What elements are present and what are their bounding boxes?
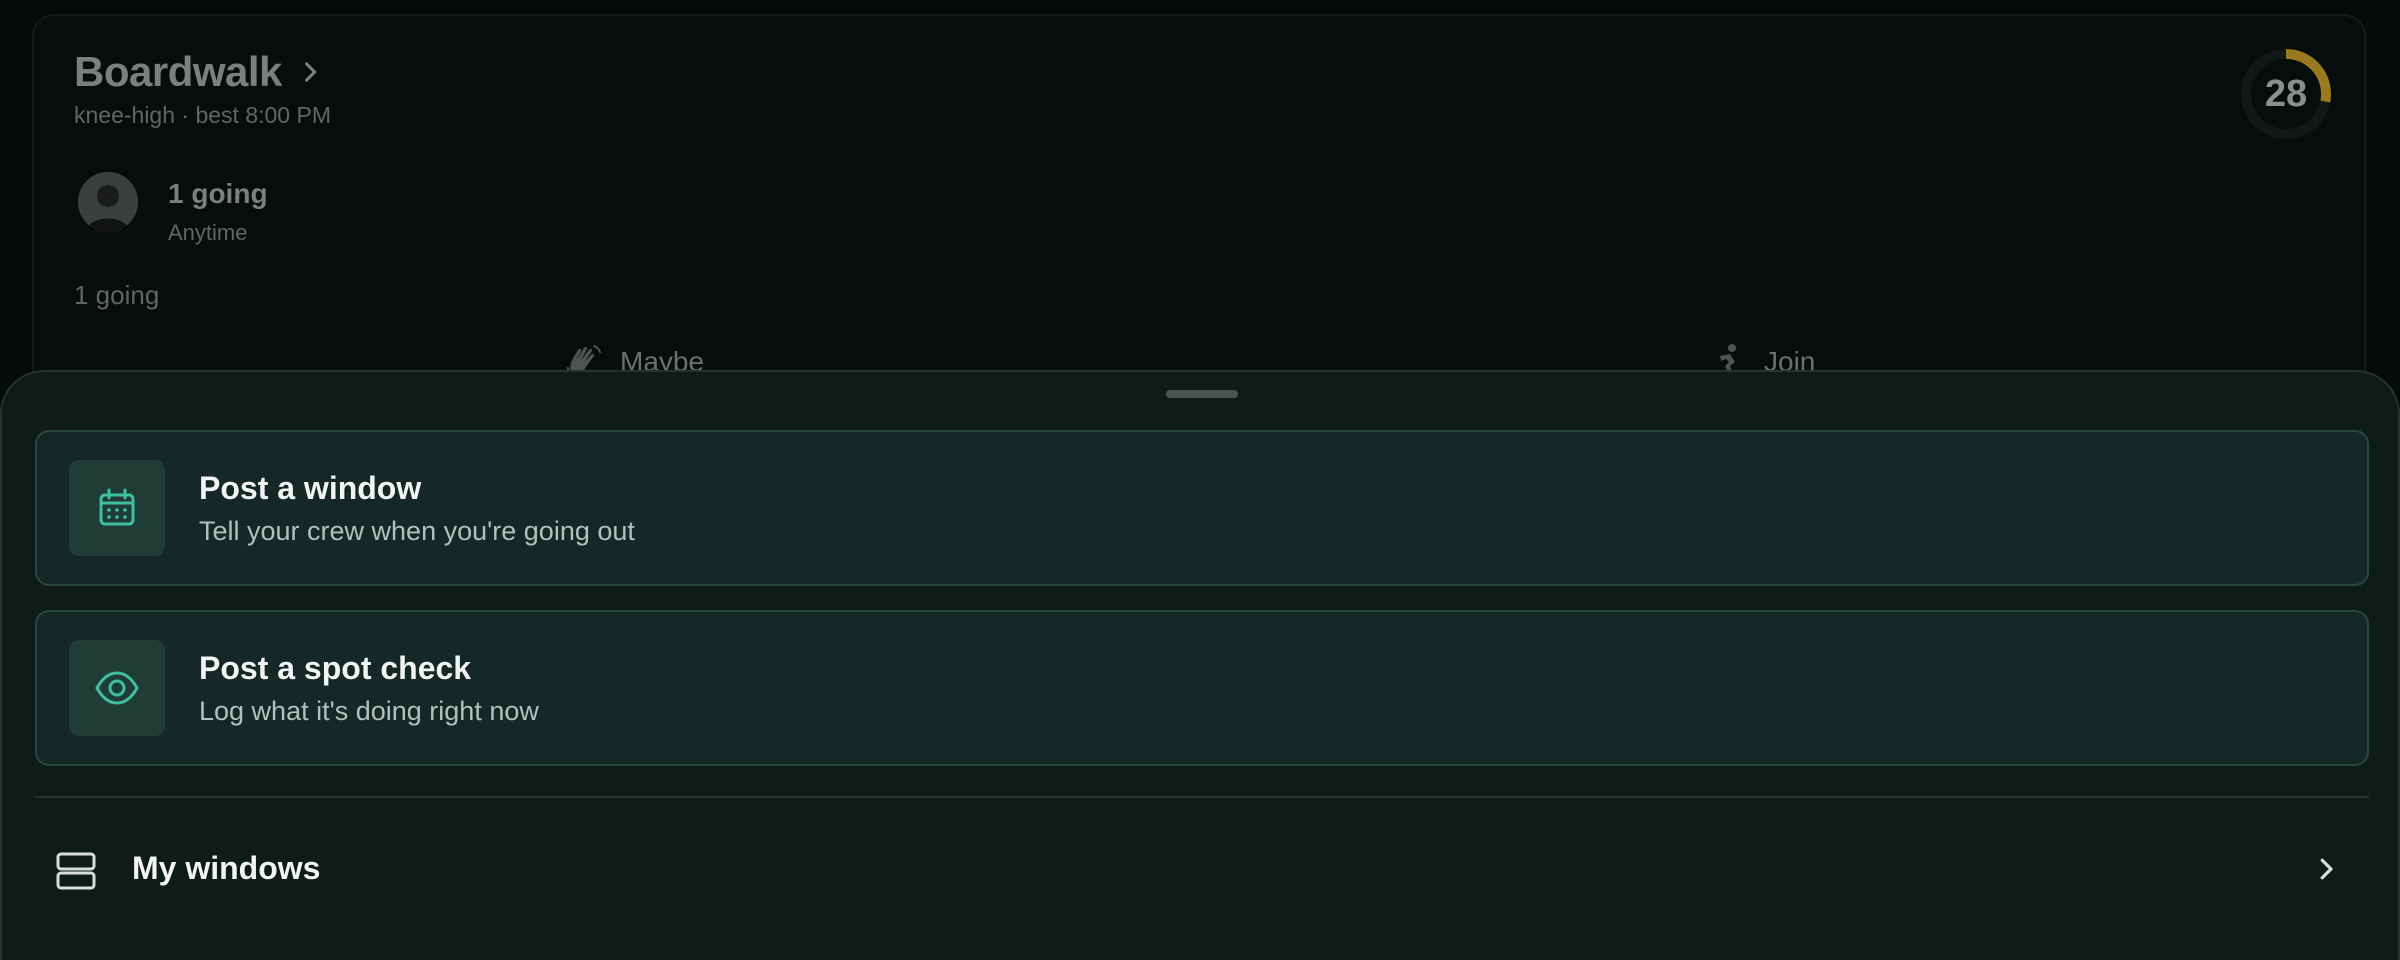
going-summary: 1 going (74, 280, 160, 310)
eye-icon-box (69, 640, 165, 736)
chevron-right-icon (2311, 854, 2341, 884)
post-window-option[interactable]: Post a window Tell your crew when you're… (35, 430, 2369, 586)
post-window-subtitle: Tell your crew when you're going out (199, 516, 635, 546)
eye-icon (94, 665, 140, 711)
calendar-icon (95, 486, 139, 530)
going-when: Anytime (168, 220, 248, 245)
going-title: 1 going (168, 178, 268, 209)
spot-title-row[interactable]: Boardwalk (74, 48, 324, 96)
sheet-divider (35, 796, 2369, 798)
stack-icon (55, 850, 97, 892)
spot-title: Boardwalk (74, 48, 282, 95)
my-windows-row[interactable]: My windows (35, 808, 2369, 948)
score-ring: 28 (2238, 46, 2334, 142)
action-sheet: Post a window Tell your crew when you're… (0, 370, 2400, 960)
calendar-icon-box (69, 460, 165, 556)
post-spot-check-subtitle: Log what it's doing right now (199, 696, 539, 726)
chevron-right-icon (296, 58, 324, 86)
post-window-title: Post a window (199, 470, 422, 506)
sheet-drag-handle[interactable] (1166, 390, 1238, 398)
post-spot-check-title: Post a spot check (199, 650, 472, 686)
post-spot-check-option[interactable]: Post a spot check Log what it's doing ri… (35, 610, 2369, 766)
avatar[interactable] (78, 172, 138, 232)
spot-subtitle: knee-high · best 8:00 PM (74, 102, 331, 128)
score-value: 28 (2264, 73, 2308, 115)
my-windows-label: My windows (132, 850, 321, 886)
app-screen: Boardwalk knee-high · best 8:00 PM 28 1 … (0, 0, 2400, 960)
